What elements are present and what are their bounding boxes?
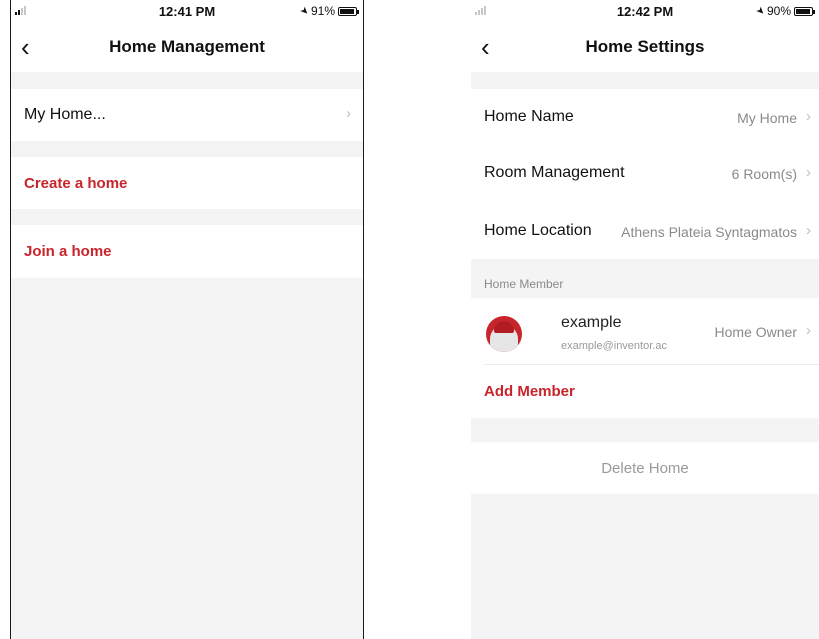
member-name: example [561,314,622,331]
chevron-right-icon: › [806,222,811,239]
chevron-right-icon: › [806,164,811,181]
battery-icon [338,6,359,16]
home-list-item[interactable]: My Home... › [11,89,363,141]
member-row[interactable]: example example@inventor.ac Home Owner › [471,298,819,364]
setting-room-management[interactable]: Room Management 6 Room(s) › [471,146,819,202]
home-settings-screen: 12:42 PM ➤ 90% ‹ Home Settings Home Name… [471,0,819,639]
location-arrow-icon: ➤ [296,4,311,18]
setting-home-name[interactable]: Home Name My Home › [471,89,819,145]
home-name-label: My Home... [24,106,106,123]
battery-percent: 91% [310,4,335,18]
location-arrow-icon: ➤ [752,4,767,18]
add-member-button[interactable]: Add Member [471,365,819,417]
chevron-right-icon: › [806,322,811,339]
setting-label: Room Management [484,164,625,181]
status-bar: 12:42 PM ➤ 90% [471,0,819,22]
setting-value: Athens Plateia Syntagmatos [621,224,797,240]
delete-home-label: Delete Home [601,460,689,477]
add-member-label: Add Member [484,383,575,400]
join-home-label: Join a home [24,243,112,260]
avatar [486,316,522,352]
status-bar: 12:41 PM ➤ 91% [11,0,363,22]
settings-card: Home Name My Home › Room Management 6 Ro… [471,89,819,259]
page-title: Home Management [109,37,265,56]
create-home-button[interactable]: Create a home [11,157,363,209]
chevron-right-icon: › [806,108,811,125]
section-header: Home Member [484,277,564,291]
create-home-label: Create a home [24,175,128,192]
setting-value: 6 Room(s) [731,166,797,182]
setting-value: My Home [737,110,797,126]
page-title: Home Settings [585,37,705,56]
battery-icon [794,6,815,16]
home-management-screen: 12:41 PM ➤ 91% ‹ Home Management My Home… [10,0,364,639]
join-home-button[interactable]: Join a home [11,225,363,278]
member-role: Home Owner [714,324,797,340]
chevron-right-icon: › [346,105,351,122]
nav-bar: ‹ Home Settings [471,22,819,72]
setting-home-location[interactable]: Home Location Athens Plateia Syntagmatos… [471,203,819,259]
setting-label: Home Location [484,222,592,239]
nav-bar: ‹ Home Management [11,22,363,72]
battery-percent: 90% [766,4,791,18]
member-email: example@inventor.ac [561,340,667,352]
setting-label: Home Name [484,108,574,125]
